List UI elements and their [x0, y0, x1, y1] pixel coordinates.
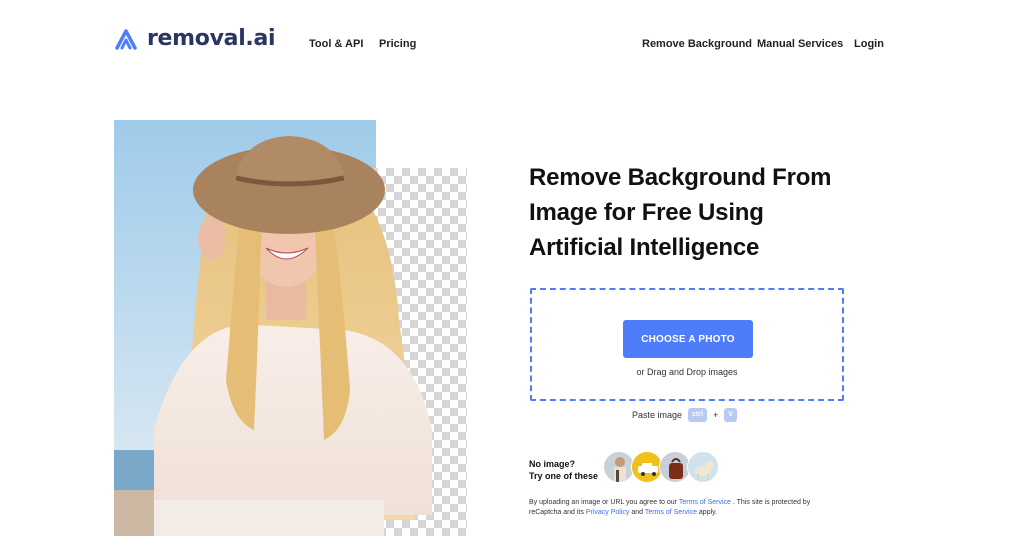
nav-login[interactable]: Login — [854, 38, 884, 50]
hero-image — [114, 120, 467, 536]
sample-prompt-line2: Try one of these — [529, 471, 599, 481]
removal-ai-logo-icon — [115, 28, 137, 50]
drag-drop-hint: or Drag and Drop images — [636, 367, 738, 377]
logo-text: removal.ai — [147, 26, 276, 51]
sample-image-dog[interactable] — [687, 451, 719, 483]
v-key: V — [724, 408, 737, 422]
plus-sign: + — [712, 410, 719, 420]
nav-pricing[interactable]: Pricing — [379, 38, 416, 50]
legal-text-1: By uploading an image or URL you agree t… — [529, 499, 679, 506]
sample-prompt: No image? Try one of these — [529, 458, 598, 482]
sample-prompt-line1: No image? — [529, 459, 576, 469]
sample-images — [603, 451, 719, 483]
legal-text-4: apply. — [696, 509, 718, 516]
choose-photo-button[interactable]: CHOOSE A PHOTO — [623, 320, 753, 358]
nav-tool-api[interactable]: Tool & API — [309, 38, 363, 50]
terms-link-2[interactable]: Terms of Service — [645, 509, 697, 516]
legal-text-3: and — [629, 509, 645, 516]
hero-headline: Remove Background From Image for Free Us… — [529, 164, 832, 261]
paste-label: Paste image — [632, 410, 683, 420]
nav-manual-services[interactable]: Manual Services — [757, 38, 843, 50]
legal-notice: By uploading an image or URL you agree t… — [529, 498, 829, 518]
nav-remove-background[interactable]: Remove Background — [642, 38, 752, 50]
upload-dropzone[interactable]: CHOOSE A PHOTO or Drag and Drop images — [530, 288, 844, 401]
privacy-policy-link[interactable]: Privacy Policy — [586, 509, 630, 516]
terms-link[interactable]: Terms of Service — [679, 499, 731, 506]
logo[interactable]: removal.ai — [113, 26, 276, 51]
ctrl-key: ctrl — [688, 408, 707, 422]
paste-hint: Paste image ctrl + V — [632, 408, 737, 422]
